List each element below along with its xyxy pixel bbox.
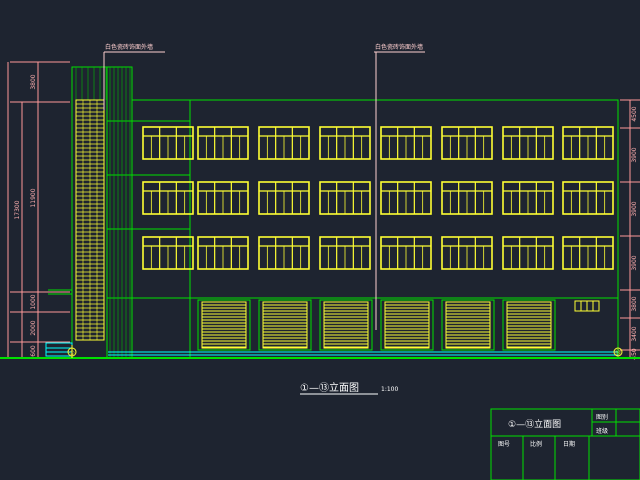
title-block-footer-0: 图号 <box>498 441 510 448</box>
right-dim-4: 3800 <box>631 296 638 311</box>
right-dim-0: 4500 <box>631 106 638 121</box>
drawing-scale: 1:100 <box>381 386 398 393</box>
annotation-left: 白色瓷砖饰面外墙 <box>105 43 153 51</box>
drawing-title: ①—⑬立面图 <box>300 381 359 394</box>
right-dim-5: 3400 <box>631 326 638 341</box>
title-block-cell-b: 班级 <box>596 427 608 435</box>
dim-11900: 11900 <box>30 188 37 207</box>
elevation-drawing: 3800 11900 17300 1000 2000 600 4500 3900 3… <box>0 0 640 480</box>
dim-600: 600 <box>30 345 37 357</box>
curtain-wall-glazing <box>75 99 105 341</box>
axis-right-label: ⑬ <box>615 349 621 357</box>
title-block-cell-a: 图别 <box>596 413 608 421</box>
dim-2000: 2000 <box>30 320 37 335</box>
right-dim-1: 3900 <box>631 147 638 162</box>
dim-3800: 3800 <box>30 74 37 89</box>
title-block-footer-1: 比例 <box>530 440 542 448</box>
title-block-name: ①—⑬立面图 <box>508 418 561 430</box>
right-dim-3: 3900 <box>631 255 638 270</box>
dim-17300: 17300 <box>14 200 21 219</box>
dim-1000: 1000 <box>30 294 37 309</box>
right-dim-2: 3900 <box>631 201 638 216</box>
axis-left-label: ① <box>69 350 74 357</box>
annotation-center: 白色瓷砖饰面外墙 <box>375 43 423 51</box>
title-block-footer-2: 日期 <box>563 440 575 448</box>
